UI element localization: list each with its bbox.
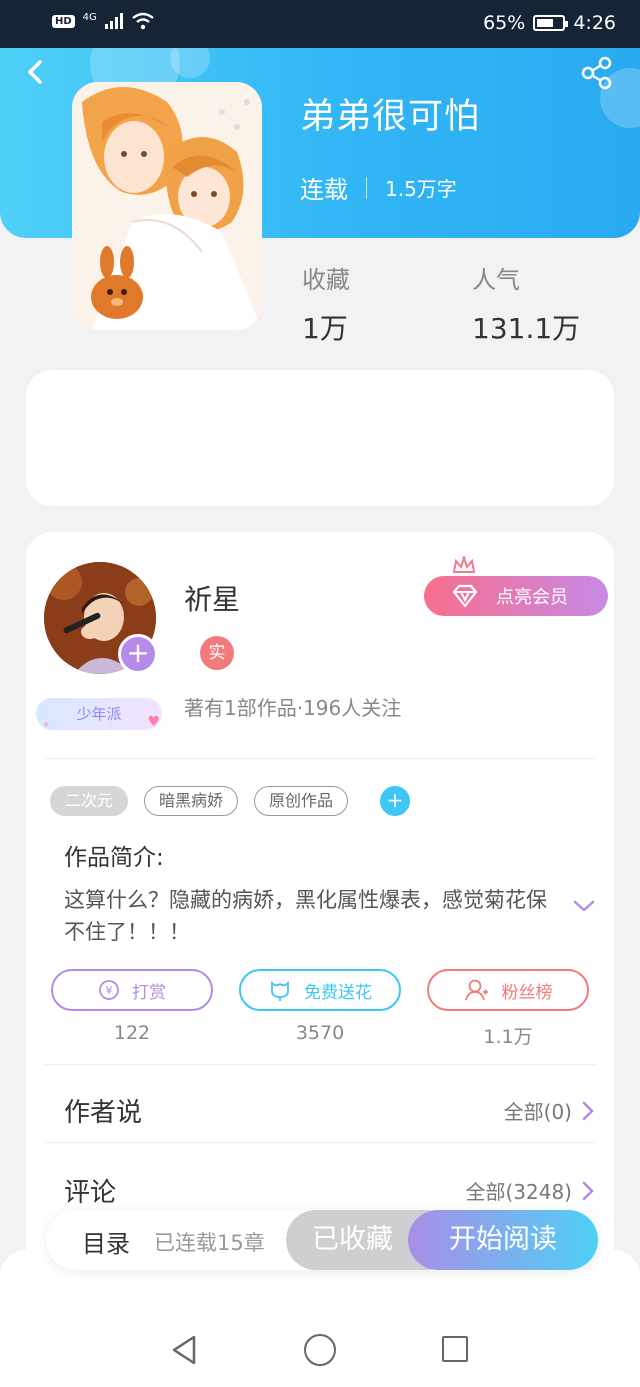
author-says-row[interactable]: 作者说 全部(0) [64, 1092, 594, 1129]
crown-icon [452, 556, 476, 573]
section-title: 作者说 [64, 1098, 143, 1128]
fan-ranking-button[interactable]: 粉丝榜 [427, 969, 589, 1011]
start-reading-button[interactable]: 开始阅读 [408, 1210, 598, 1270]
tip-button[interactable]: ¥ 打赏 [51, 969, 213, 1011]
bottom-action-bar: 目录 已连载15章 已收藏 开始阅读 [46, 1210, 598, 1270]
vip-button-label: 点亮会员 [496, 587, 568, 608]
chapter-count[interactable]: 已连载15章 [154, 1227, 265, 1257]
flower-icon [271, 980, 289, 1001]
send-flower-label: 免费送花 [304, 982, 372, 1003]
intro-text: 这算什么？隐藏的病娇，黑化属性爆表，感觉菊花保不住了！！！ [64, 888, 547, 944]
signal-icon [104, 13, 123, 29]
toc-button[interactable]: 目录 [82, 1224, 130, 1259]
tier-badge-label: 少年派 [76, 705, 122, 723]
book-status-row: 连载 1.5万字 [300, 170, 457, 205]
chevron-down-icon[interactable] [572, 898, 596, 914]
author-meta: 著有1部作品·196人关注 [184, 696, 402, 720]
tag[interactable]: 二次元 [50, 786, 129, 816]
tag-list: 二次元 暗黑病娇 原创作品 + [50, 786, 411, 816]
nav-home-icon[interactable] [304, 1334, 336, 1366]
book-title: 弟弟很可怕 [300, 97, 481, 137]
serial-status: 连载 [300, 176, 348, 204]
battery-fill [537, 19, 553, 27]
fan-ranking-label: 粉丝榜 [501, 982, 553, 1003]
network-type: 4G [82, 11, 97, 23]
section-more-label: 全部(3248) [465, 1180, 572, 1204]
wifi-icon [132, 12, 154, 30]
stat-value: 1万 [302, 312, 348, 345]
fan-count: 1.1万 [483, 1026, 533, 1048]
tag[interactable]: 暗黑病娇 [144, 786, 239, 816]
stat-popularity: 人气 131.1万 [472, 260, 580, 347]
coin-icon: ¥ [99, 980, 119, 1000]
svg-text:¥: ¥ [106, 984, 113, 997]
send-flower-button[interactable]: 免费送花 [239, 969, 401, 1011]
comments-row[interactable]: 评论 全部(3248) [64, 1172, 594, 1209]
vip-button[interactable]: 点亮会员 [424, 576, 608, 616]
blank-card [26, 370, 614, 506]
status-divider [366, 176, 367, 199]
clock: 4:26 [573, 12, 616, 34]
status-bar: HD 4G 65% 4:26 [0, 0, 640, 48]
nav-back-icon[interactable] [170, 1334, 198, 1366]
intro-title: 作品简介: [64, 845, 164, 871]
nav-recents-icon[interactable] [442, 1336, 468, 1362]
section-more-label: 全部(0) [503, 1100, 572, 1124]
back-icon[interactable] [22, 58, 50, 86]
chevron-right-icon [582, 1181, 594, 1200]
chevron-right-icon [582, 1101, 594, 1120]
battery-percent: 65% [483, 12, 526, 34]
divider [44, 758, 596, 759]
add-tag-button[interactable]: + [380, 786, 411, 816]
system-nav-bar [0, 1310, 640, 1387]
tip-label: 打赏 [132, 982, 166, 1003]
cover-illustration [72, 82, 262, 330]
tag[interactable]: 原创作品 [254, 786, 349, 816]
book-cover[interactable] [72, 82, 262, 330]
stat-favorites: 收藏 1万 [302, 260, 350, 347]
section-more[interactable]: 全部(0) [504, 1096, 594, 1125]
share-icon[interactable] [580, 56, 614, 90]
stat-label: 人气 [472, 266, 520, 294]
verified-badge: 实 [200, 636, 234, 670]
author-name[interactable]: 祈星 [184, 578, 240, 618]
star-icon: ✦ [42, 720, 51, 731]
fan-user-icon [464, 979, 488, 1001]
diamond-icon [452, 584, 478, 608]
divider [44, 1142, 596, 1143]
battery-icon [533, 15, 569, 31]
stat-label: 收藏 [302, 266, 350, 294]
heart-icon: ♥ [147, 714, 160, 730]
follow-plus-button[interactable]: + [118, 634, 158, 674]
hd-badge: HD [52, 14, 75, 28]
tip-count: 122 [113, 1022, 151, 1044]
section-more[interactable]: 全部(3248) [465, 1176, 594, 1205]
divider [44, 1064, 596, 1065]
word-count: 1.5万字 [385, 177, 457, 201]
tier-badge: ✦ 少年派 ♥ [36, 698, 162, 731]
stat-value: 131.1万 [472, 312, 581, 345]
flower-count: 3570 [295, 1022, 345, 1044]
section-title: 评论 [64, 1178, 117, 1208]
